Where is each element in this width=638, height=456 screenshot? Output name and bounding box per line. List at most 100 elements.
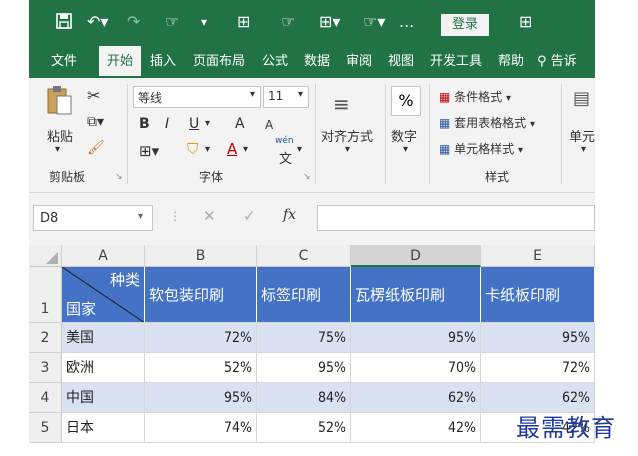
tab-tell-me[interactable]: ⚲ 告诉 bbox=[537, 46, 595, 78]
border-icon[interactable]: ⊞▾ bbox=[139, 142, 159, 160]
worksheet-grid[interactable]: A B C D E 1 2 3 4 5 种类 国家 软包装印刷 标签印刷 瓦楞纸… bbox=[29, 245, 595, 446]
name-box[interactable]: D8 ▾ bbox=[33, 205, 153, 231]
form-icon[interactable]: ⊞ bbox=[237, 12, 250, 32]
alignment-label[interactable]: 对齐方式 bbox=[321, 126, 373, 145]
clipboard-launcher-icon[interactable]: ↘ bbox=[115, 172, 123, 182]
font-color-dropdown-icon[interactable]: ▾ bbox=[243, 144, 248, 155]
table-cell[interactable]: 95% bbox=[481, 323, 595, 353]
tab-help[interactable]: 帮助 bbox=[491, 46, 531, 78]
table-cell[interactable]: 52% bbox=[257, 413, 351, 443]
formula-input[interactable] bbox=[317, 205, 595, 231]
number-dropdown-icon[interactable]: ▾ bbox=[403, 144, 408, 155]
phonetic-top[interactable]: wén bbox=[275, 136, 294, 146]
underline-dropdown-icon[interactable]: ▾ bbox=[205, 118, 210, 129]
percent-icon[interactable]: % bbox=[391, 86, 421, 116]
insert-function-button[interactable]: fx bbox=[283, 207, 296, 223]
bold-button[interactable]: B bbox=[139, 116, 150, 132]
tab-insert[interactable]: 插入 bbox=[143, 46, 183, 78]
column-header-e[interactable]: E bbox=[481, 245, 595, 267]
paste-icon[interactable] bbox=[45, 84, 73, 121]
cell-a1-diagonal-header[interactable]: 种类 国家 bbox=[62, 267, 145, 323]
header-cell-e1[interactable]: 卡纸板印刷 bbox=[481, 267, 595, 323]
cell-styles-button[interactable]: ▦ 单元格样式 ▾ bbox=[439, 140, 523, 157]
table-row-country[interactable]: 欧洲 bbox=[62, 353, 145, 383]
fill-dropdown-icon[interactable]: ▾ bbox=[205, 144, 210, 155]
tab-page-layout[interactable]: 页面布局 bbox=[185, 46, 253, 78]
table-cell[interactable]: 95% bbox=[145, 383, 257, 413]
tab-developer[interactable]: 开发工具 bbox=[423, 46, 489, 78]
column-header-a[interactable]: A bbox=[62, 245, 145, 267]
phonetic-bottom[interactable]: 文 bbox=[279, 148, 292, 167]
redo-icon[interactable]: ↷ bbox=[127, 12, 140, 32]
table-cell[interactable]: 74% bbox=[145, 413, 257, 443]
column-header-b[interactable]: B bbox=[145, 245, 257, 267]
tab-home[interactable]: 开始 bbox=[99, 46, 141, 78]
column-header-c[interactable]: C bbox=[257, 245, 351, 267]
font-name-value: 等线 bbox=[138, 91, 163, 105]
alignment-dropdown-icon[interactable]: ▾ bbox=[345, 144, 350, 155]
table-row-country[interactable]: 美国 bbox=[62, 323, 145, 353]
undo-icon[interactable]: ↶▾ bbox=[87, 12, 108, 32]
table-cell[interactable]: 95% bbox=[351, 323, 481, 353]
cancel-icon[interactable]: ✕ bbox=[203, 207, 216, 225]
header-cell-b1[interactable]: 软包装印刷 bbox=[145, 267, 257, 323]
tab-file[interactable]: 文件 bbox=[43, 46, 85, 78]
font-launcher-icon[interactable]: ↘ bbox=[303, 172, 311, 182]
format-as-table-button[interactable]: ▦ 套用表格格式 ▾ bbox=[439, 114, 535, 131]
row-header-1[interactable]: 1 bbox=[29, 267, 62, 323]
save-icon[interactable] bbox=[55, 12, 73, 35]
tab-review[interactable]: 审阅 bbox=[339, 46, 379, 78]
cells-label[interactable]: 单元 bbox=[569, 126, 595, 145]
header-cell-d1[interactable]: 瓦楞纸板印刷 bbox=[351, 267, 481, 323]
cut-icon[interactable]: ✂ bbox=[87, 86, 100, 105]
font-name-box[interactable]: 等线 ▾ bbox=[133, 86, 261, 108]
row-header-3[interactable]: 3 bbox=[29, 353, 62, 383]
italic-button[interactable]: I bbox=[165, 116, 169, 132]
phonetic-dropdown-icon[interactable]: ▾ bbox=[297, 144, 302, 155]
table-cell[interactable]: 72% bbox=[145, 323, 257, 353]
table-cell[interactable]: 62% bbox=[351, 383, 481, 413]
font-size-box[interactable]: 11 ▾ bbox=[263, 86, 309, 108]
enter-icon[interactable]: ✓ bbox=[243, 207, 256, 225]
row-header-2[interactable]: 2 bbox=[29, 323, 62, 353]
table-cell[interactable]: 42% bbox=[351, 413, 481, 443]
table-cell[interactable]: 75% bbox=[257, 323, 351, 353]
table-row-country[interactable]: 日本 bbox=[62, 413, 145, 443]
more-icon[interactable]: ... bbox=[399, 12, 414, 32]
tab-view[interactable]: 视图 bbox=[381, 46, 421, 78]
tab-data[interactable]: 数据 bbox=[297, 46, 337, 78]
align-icon[interactable]: ≡ bbox=[333, 92, 350, 116]
touch-icon-3[interactable]: ☞▾ bbox=[363, 12, 385, 32]
copy-icon[interactable]: ⧉▾ bbox=[87, 114, 104, 130]
cells-dropdown-icon[interactable]: ▾ bbox=[581, 144, 586, 155]
header-cell-c1[interactable]: 标签印刷 bbox=[257, 267, 351, 323]
cells-icon[interactable]: ▤ bbox=[573, 88, 590, 109]
table-row-country[interactable]: 中国 bbox=[62, 383, 145, 413]
grow-font-button[interactable]: A bbox=[235, 116, 245, 132]
table-cell[interactable]: 95% bbox=[257, 353, 351, 383]
row-header-4[interactable]: 4 bbox=[29, 383, 62, 413]
touch-icon-2[interactable]: ☞ bbox=[281, 12, 295, 32]
shrink-font-button[interactable]: A bbox=[265, 118, 273, 132]
table-cell[interactable]: 72% bbox=[481, 353, 595, 383]
paste-dropdown-icon[interactable]: ▾ bbox=[55, 144, 60, 155]
column-header-d[interactable]: D bbox=[351, 245, 481, 267]
table-cell[interactable]: 70% bbox=[351, 353, 481, 383]
select-all-corner[interactable] bbox=[29, 245, 62, 267]
number-label[interactable]: 数字 bbox=[391, 126, 417, 145]
fill-color-icon[interactable]: ⛉ bbox=[187, 140, 198, 158]
table-cell[interactable]: 84% bbox=[257, 383, 351, 413]
format-painter-icon[interactable]: 🖌 bbox=[87, 140, 105, 156]
font-color-button[interactable]: A bbox=[227, 140, 237, 158]
touch-mode-icon[interactable]: ☞ bbox=[165, 12, 179, 32]
row-header-5[interactable]: 5 bbox=[29, 413, 62, 443]
underline-button[interactable]: U bbox=[189, 116, 199, 132]
tab-formulas[interactable]: 公式 bbox=[255, 46, 295, 78]
conditional-format-button[interactable]: ▦ 条件格式 ▾ bbox=[439, 88, 511, 105]
form-icon-2[interactable]: ⊞▾ bbox=[319, 12, 340, 32]
paste-label[interactable]: 粘贴 bbox=[47, 126, 73, 145]
table-cell[interactable]: 52% bbox=[145, 353, 257, 383]
login-button[interactable]: 登录 bbox=[441, 14, 489, 36]
customize-qat-icon[interactable]: ▾ bbox=[201, 12, 207, 32]
ribbon-display-icon[interactable]: ⊞ bbox=[519, 12, 532, 32]
